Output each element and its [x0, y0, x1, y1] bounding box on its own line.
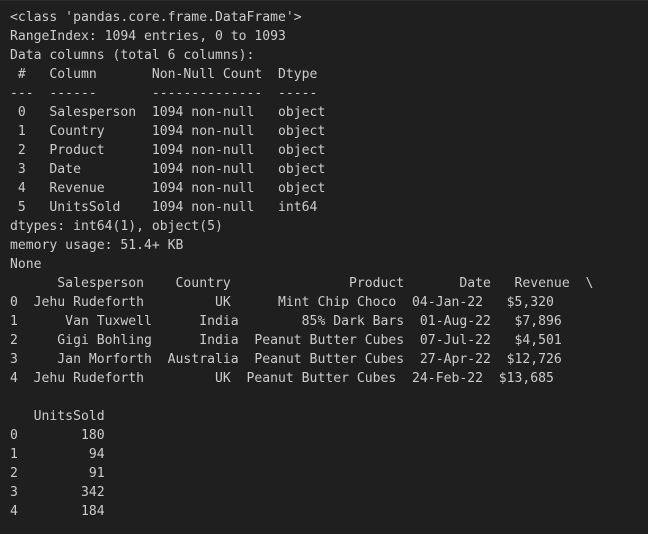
info-table-separator: --- ------ -------------- -----	[10, 86, 326, 101]
info-table-row: 4 Revenue 1094 non-null object	[10, 181, 326, 196]
units-sold-row: 1 94	[10, 447, 121, 462]
output-line-memory-usage: memory usage: 51.4+ KB	[10, 238, 184, 253]
output-line-class-type: <class 'pandas.core.frame.DataFrame'>	[10, 10, 302, 25]
units-sold-row: 4 184	[10, 504, 121, 519]
units-sold-row: 3 342	[10, 485, 121, 500]
info-table-row: 0 Salesperson 1094 non-null object	[10, 105, 326, 120]
dataframe-row: 3 Jan Morforth Australia Peanut Butter C…	[10, 352, 586, 367]
dataframe-row: 1 Van Tuxwell India 85% Dark Bars 01-Aug…	[10, 314, 586, 329]
info-table-row: 2 Product 1094 non-null object	[10, 143, 326, 158]
units-sold-row: 2 91	[10, 466, 121, 481]
dataframe-header-row: Salesperson Country Product Date Revenue…	[10, 276, 594, 291]
dataframe-row: 2 Gigi Bohling India Peanut Butter Cubes…	[10, 333, 586, 348]
info-table-row: 3 Date 1094 non-null object	[10, 162, 326, 177]
output-line-range-index: RangeIndex: 1094 entries, 0 to 1093	[10, 29, 286, 44]
info-table-header: # Column Non-Null Count Dtype	[10, 67, 326, 82]
units-sold-header-row: UnitsSold	[10, 409, 121, 424]
output-line-data-columns: Data columns (total 6 columns):	[10, 48, 255, 63]
dataframe-row: 0 Jehu Rudeforth UK Mint Chip Choco 04-J…	[10, 295, 578, 310]
cell-output-area: <class 'pandas.core.frame.DataFrame'> Ran…	[0, 0, 648, 534]
units-sold-row: 0 180	[10, 428, 121, 443]
info-table-row: 5 UnitsSold 1094 non-null int64	[10, 200, 326, 215]
output-line-dtypes: dtypes: int64(1), object(5)	[10, 219, 223, 234]
console-output: <class 'pandas.core.frame.DataFrame'> Ran…	[0, 1, 648, 521]
output-line-none: None	[10, 257, 42, 272]
dataframe-row: 4 Jehu Rudeforth UK Peanut Butter Cubes …	[10, 371, 578, 386]
info-table-row: 1 Country 1094 non-null object	[10, 124, 326, 139]
